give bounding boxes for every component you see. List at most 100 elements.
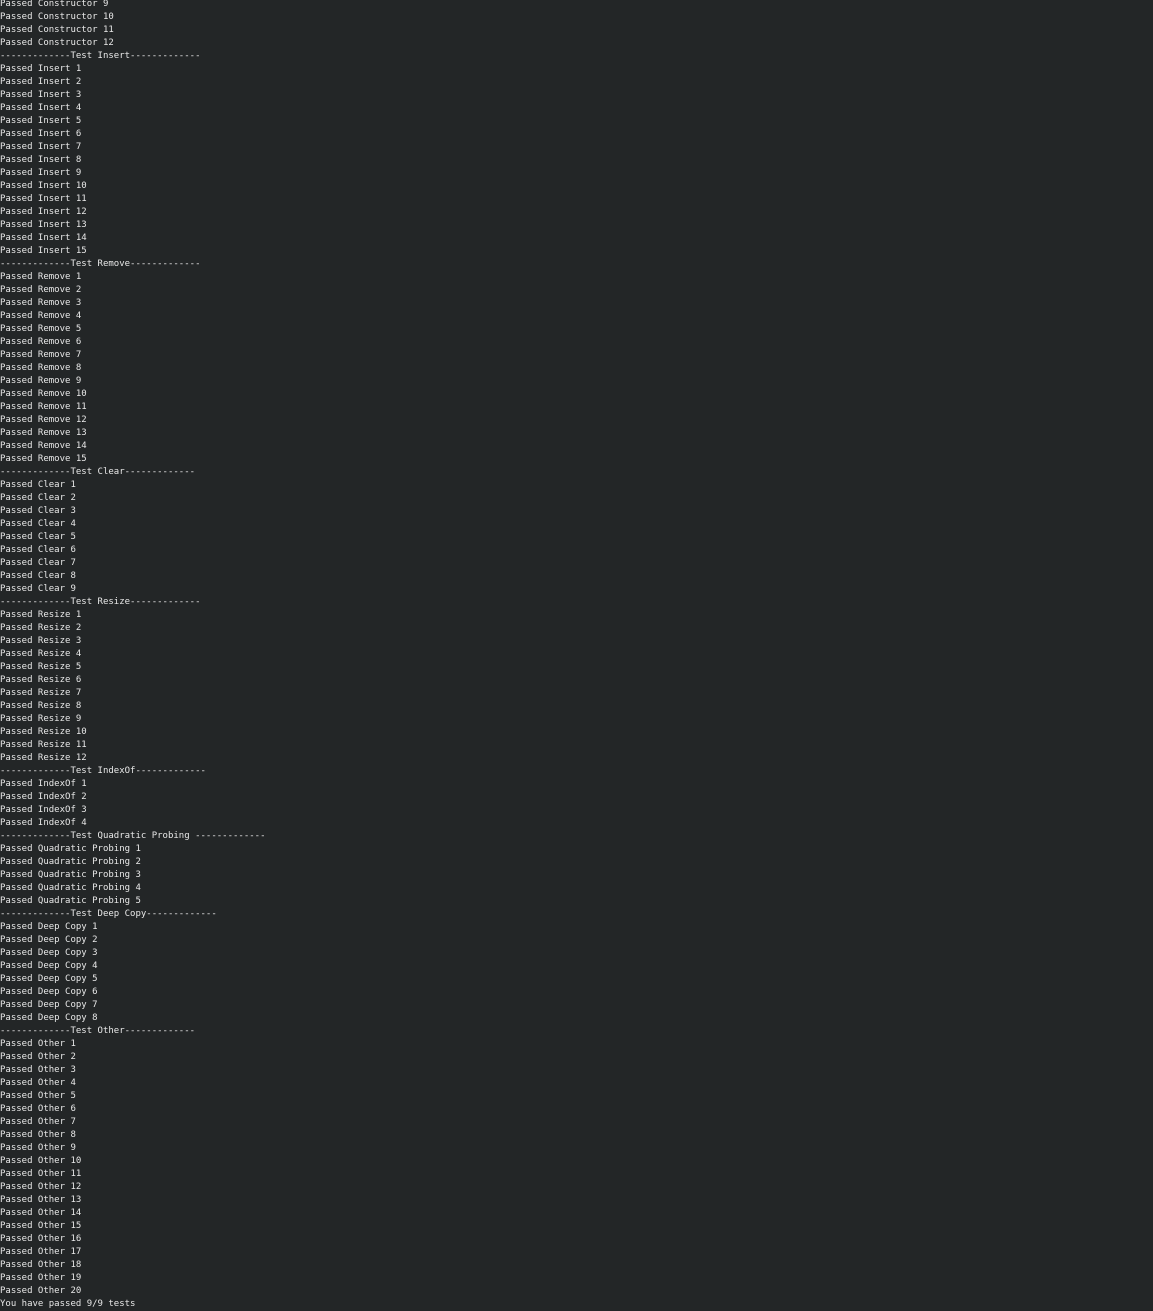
output-line: Passed Insert 6 <box>0 129 82 139</box>
output-line: Passed Quadratic Probing 4 <box>0 883 141 893</box>
output-line: Passed Remove 10 <box>0 389 87 399</box>
output-line: Passed Clear 1 <box>0 480 76 490</box>
output-line: Passed Insert 2 <box>0 77 82 87</box>
output-line: Passed Other 8 <box>0 1130 76 1140</box>
output-line: Passed Resize 10 <box>0 727 87 737</box>
output-line: Passed Resize 3 <box>0 636 82 646</box>
output-line: Passed IndexOf 1 <box>0 779 87 789</box>
output-line: Passed Other 1 <box>0 1039 76 1049</box>
output-line: Passed Remove 6 <box>0 337 82 347</box>
output-line: Passed Remove 5 <box>0 324 82 334</box>
output-line: Passed Remove 9 <box>0 376 82 386</box>
output-line: Passed Remove 3 <box>0 298 82 308</box>
output-line: Passed Insert 9 <box>0 168 82 178</box>
output-line: Passed Resize 12 <box>0 753 87 763</box>
output-line: Passed Remove 7 <box>0 350 82 360</box>
output-line: Passed Constructor 10 <box>0 12 114 22</box>
output-line: Passed Insert 3 <box>0 90 82 100</box>
output-line: Passed Deep Copy 4 <box>0 961 98 971</box>
section-header-line: -------------Test Other------------- <box>0 1026 196 1036</box>
output-line: Passed Insert 1 <box>0 64 82 74</box>
output-line: Passed Clear 4 <box>0 519 76 529</box>
output-line: Passed Other 17 <box>0 1247 82 1257</box>
output-line: Passed Other 14 <box>0 1208 82 1218</box>
output-line: Passed Other 12 <box>0 1182 82 1192</box>
output-line: Passed Insert 11 <box>0 194 87 204</box>
section-header-line: -------------Test IndexOf------------- <box>0 766 206 776</box>
output-line: Passed Resize 7 <box>0 688 82 698</box>
output-line: Passed Other 10 <box>0 1156 82 1166</box>
output-line: Passed Resize 9 <box>0 714 82 724</box>
output-line: Passed Other 13 <box>0 1195 82 1205</box>
section-header-line: -------------Test Quadratic Probing ----… <box>0 831 266 841</box>
output-line: Passed Constructor 11 <box>0 25 114 35</box>
output-line: Passed Resize 2 <box>0 623 82 633</box>
output-line: Passed Deep Copy 7 <box>0 1000 98 1010</box>
output-line: Passed Deep Copy 8 <box>0 1013 98 1023</box>
output-line: Passed Deep Copy 5 <box>0 974 98 984</box>
output-line: Passed Clear 7 <box>0 558 76 568</box>
section-header-line: -------------Test Deep Copy------------- <box>0 909 217 919</box>
section-header-line: -------------Test Insert------------- <box>0 51 201 61</box>
output-line: Passed Clear 9 <box>0 584 76 594</box>
output-line: Passed Other 18 <box>0 1260 82 1270</box>
section-header-line: -------------Test Resize------------- <box>0 597 201 607</box>
output-line: Passed Deep Copy 1 <box>0 922 98 932</box>
output-line: Passed Other 2 <box>0 1052 76 1062</box>
output-line: Passed Insert 8 <box>0 155 82 165</box>
output-line: Passed Other 7 <box>0 1117 76 1127</box>
output-line: Passed Clear 2 <box>0 493 76 503</box>
section-header-line: -------------Test Remove------------- <box>0 259 201 269</box>
output-line: Passed Other 6 <box>0 1104 76 1114</box>
output-line: Passed Insert 15 <box>0 246 87 256</box>
output-line: Passed Other 16 <box>0 1234 82 1244</box>
output-line: Passed Insert 12 <box>0 207 87 217</box>
output-line: Passed Constructor 9 <box>0 0 109 9</box>
output-line: Passed Insert 4 <box>0 103 82 113</box>
output-line: Passed Quadratic Probing 1 <box>0 844 141 854</box>
output-line: Passed Other 5 <box>0 1091 76 1101</box>
output-line: Passed Other 20 <box>0 1286 82 1296</box>
output-line: Passed Clear 6 <box>0 545 76 555</box>
output-line: Passed Remove 1 <box>0 272 82 282</box>
output-line: Passed Insert 5 <box>0 116 82 126</box>
output-line: Passed Other 4 <box>0 1078 76 1088</box>
output-line: Passed Clear 8 <box>0 571 76 581</box>
output-line: Passed Resize 6 <box>0 675 82 685</box>
terminal-output[interactable]: Passed Constructor 9 Passed Constructor 1… <box>0 0 1153 1311</box>
output-line: Passed Insert 13 <box>0 220 87 230</box>
output-line: Passed Constructor 12 <box>0 38 114 48</box>
output-line: Passed Other 19 <box>0 1273 82 1283</box>
output-line: Passed Resize 8 <box>0 701 82 711</box>
output-line: Passed Deep Copy 3 <box>0 948 98 958</box>
output-line: Passed Remove 11 <box>0 402 87 412</box>
output-line: Passed Quadratic Probing 5 <box>0 896 141 906</box>
output-line: Passed Resize 1 <box>0 610 82 620</box>
output-line: Passed Remove 8 <box>0 363 82 373</box>
output-line: Passed Remove 12 <box>0 415 87 425</box>
output-line: Passed Quadratic Probing 2 <box>0 857 141 867</box>
output-line: Passed Remove 14 <box>0 441 87 451</box>
output-line: Passed IndexOf 3 <box>0 805 87 815</box>
output-line: Passed Remove 2 <box>0 285 82 295</box>
output-line: Passed Resize 4 <box>0 649 82 659</box>
output-line: Passed Other 15 <box>0 1221 82 1231</box>
output-line: Passed Remove 4 <box>0 311 82 321</box>
output-line: Passed Other 11 <box>0 1169 82 1179</box>
output-line: Passed Deep Copy 2 <box>0 935 98 945</box>
output-line: Passed Clear 3 <box>0 506 76 516</box>
output-line: Passed Insert 7 <box>0 142 82 152</box>
output-line: Passed Insert 14 <box>0 233 87 243</box>
output-line: Passed Deep Copy 6 <box>0 987 98 997</box>
output-line: Passed Clear 5 <box>0 532 76 542</box>
output-line: Passed Resize 11 <box>0 740 87 750</box>
section-header-line: -------------Test Clear------------- <box>0 467 196 477</box>
summary-line: You have passed 9/9 tests <box>0 1299 136 1309</box>
output-line: Passed Remove 13 <box>0 428 87 438</box>
output-line: Passed Insert 10 <box>0 181 87 191</box>
output-line: Passed Resize 5 <box>0 662 82 672</box>
output-line: Passed Remove 15 <box>0 454 87 464</box>
output-line: Passed IndexOf 4 <box>0 818 87 828</box>
output-line: Passed IndexOf 2 <box>0 792 87 802</box>
output-line: Passed Other 9 <box>0 1143 76 1153</box>
